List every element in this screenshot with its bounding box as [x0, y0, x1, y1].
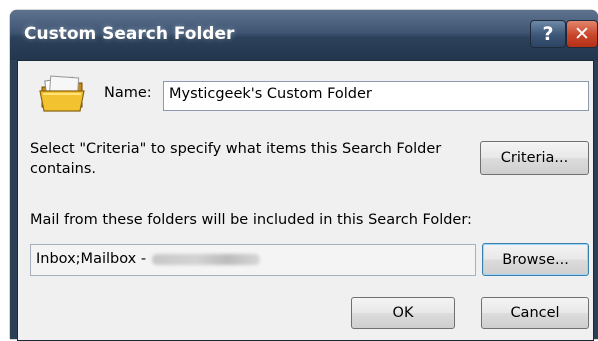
dialog-body: Name: Mysticgeek's Custom Folder Select … — [17, 60, 594, 341]
close-icon: ✕ — [574, 23, 590, 45]
folders-description: Mail from these folders will be included… — [30, 212, 472, 228]
folders-input[interactable]: Inbox;Mailbox - — [30, 244, 476, 276]
custom-search-folder-dialog: Custom Search Folder ? ✕ Name: Mysticgee… — [10, 10, 598, 341]
cancel-button[interactable]: Cancel — [481, 297, 589, 329]
ok-button[interactable]: OK — [351, 297, 455, 329]
help-button[interactable]: ? — [530, 20, 566, 48]
redacted-mailbox-name — [152, 253, 261, 265]
name-input[interactable]: Mysticgeek's Custom Folder — [163, 81, 589, 111]
name-label: Name: — [104, 85, 152, 101]
folders-value: Inbox;Mailbox - — [36, 251, 147, 267]
criteria-button[interactable]: Criteria... — [480, 141, 589, 175]
search-folder-icon — [39, 75, 85, 112]
criteria-description: Select "Criteria" to specify what items … — [30, 141, 442, 177]
close-button[interactable]: ✕ — [566, 20, 598, 48]
browse-button[interactable]: Browse... — [482, 243, 589, 276]
dialog-title: Custom Search Folder — [24, 24, 235, 44]
title-bar[interactable]: Custom Search Folder ? ✕ — [10, 10, 598, 60]
help-icon: ? — [542, 23, 554, 45]
